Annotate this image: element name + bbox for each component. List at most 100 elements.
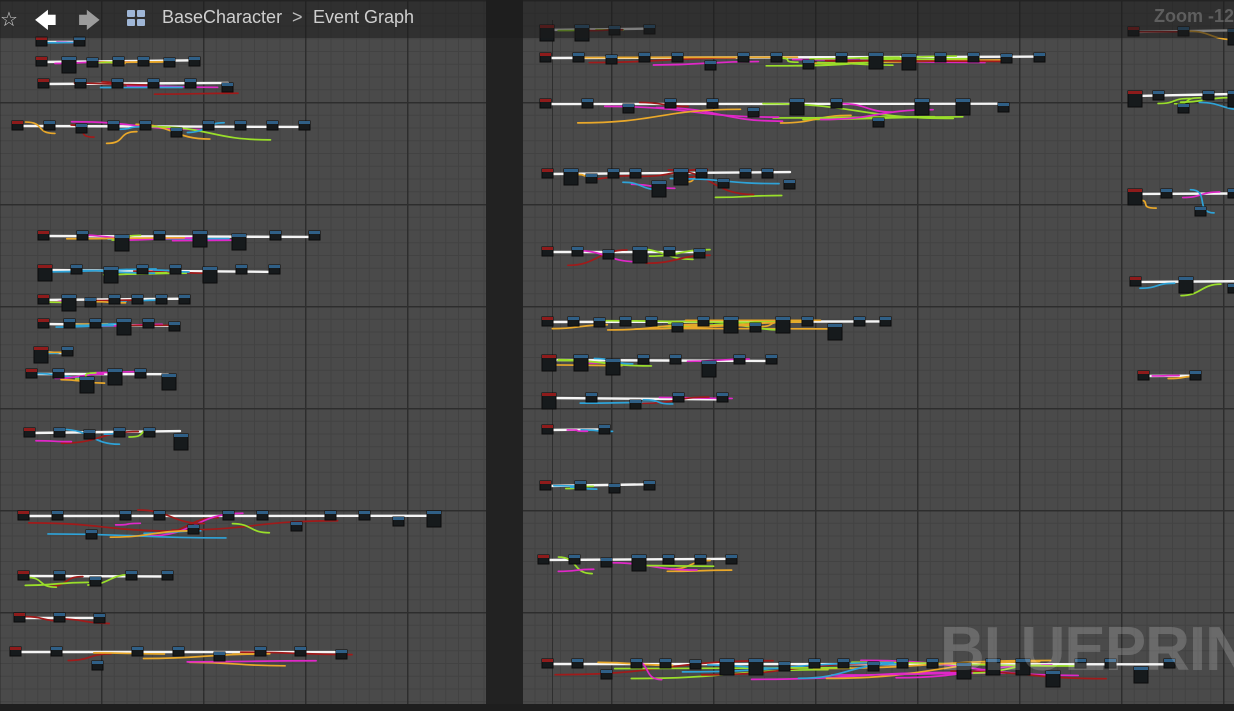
node-network[interactable] [0, 0, 1234, 704]
node-header [665, 99, 676, 102]
node-header [828, 324, 842, 327]
node-header [1195, 207, 1206, 210]
node-header [115, 235, 129, 238]
node-header [54, 613, 65, 616]
arrow-right-icon[interactable]: 🡆 [78, 4, 101, 42]
node-header [690, 660, 701, 663]
data-wire [1139, 282, 1176, 290]
node-header [631, 659, 642, 662]
node-header [652, 181, 666, 184]
node-header [540, 99, 551, 102]
node-header [132, 647, 143, 650]
node-header [90, 577, 101, 580]
star-outline-icon[interactable]: ☆ [0, 7, 18, 32]
node-header [156, 295, 167, 298]
node-header [90, 319, 101, 322]
node-header [113, 57, 124, 60]
node-header [720, 659, 734, 662]
node-header [538, 555, 549, 558]
node-header [84, 430, 95, 433]
arrow-left-icon[interactable]: 🡄 [34, 4, 57, 42]
status-strip [0, 704, 1234, 711]
node-header [10, 647, 21, 650]
blueprint-graph-canvas[interactable]: BLUEPRINT ☆ 🡄 🡆 BaseCharacter > Event Gr… [0, 0, 1234, 704]
node-header [633, 247, 647, 250]
node-header [542, 393, 556, 396]
node-header [255, 647, 266, 650]
breadcrumb-blueprint[interactable]: BaseCharacter [162, 7, 282, 28]
breadcrumb-graph[interactable]: Event Graph [313, 7, 414, 28]
node-header [670, 355, 681, 358]
node-header [702, 361, 716, 364]
blueprint-watermark: BLUEPRINT [940, 615, 1234, 684]
graph-toolbar: ☆ 🡄 🡆 BaseCharacter > Event Graph Zoom -… [0, 0, 1234, 38]
node-header [44, 121, 55, 124]
node-header [601, 670, 612, 673]
node-header [270, 231, 281, 234]
node-header [766, 355, 777, 358]
node-header [718, 179, 729, 182]
node-header [54, 571, 65, 574]
node-header [18, 511, 29, 514]
node-header [644, 481, 655, 484]
node-header [694, 249, 705, 252]
node-header [868, 662, 879, 665]
node-header [1190, 371, 1201, 374]
node-header [809, 659, 820, 662]
node-header [784, 180, 795, 183]
node-header [173, 647, 184, 650]
node-header [38, 265, 52, 268]
data-wire [27, 522, 179, 532]
node-header [705, 61, 716, 64]
zoom-level: Zoom -12 [1154, 6, 1234, 26]
node-header [1128, 189, 1142, 192]
node-header [573, 53, 584, 56]
node-header [582, 99, 593, 102]
node-header [869, 53, 883, 56]
node-header [748, 108, 759, 111]
exec-wire [1132, 192, 1234, 196]
node-header [575, 481, 586, 484]
node-header [38, 79, 49, 82]
node-header [135, 369, 146, 372]
node-header [1203, 91, 1214, 94]
node-header [393, 517, 404, 520]
node-header [606, 55, 617, 58]
node-header [257, 511, 268, 514]
node-header [672, 323, 683, 326]
node-header [568, 317, 579, 320]
node-header [542, 247, 553, 250]
node-header [927, 659, 938, 662]
node-header [603, 250, 614, 253]
node-header [734, 355, 745, 358]
node-header [673, 393, 684, 396]
node-header [54, 428, 65, 431]
node-header [62, 347, 73, 350]
node-header [154, 511, 165, 514]
node-header [873, 118, 884, 121]
node-header [854, 317, 865, 320]
node-header [968, 53, 979, 56]
node-header [189, 57, 200, 60]
data-wire [67, 652, 112, 662]
node-header [779, 662, 790, 665]
node-header [998, 103, 1009, 106]
node-header [663, 555, 674, 558]
node-header [94, 614, 105, 617]
node-header [630, 169, 641, 172]
node-header [140, 121, 151, 124]
node-header [696, 169, 707, 172]
node-header [902, 54, 916, 57]
node-header [738, 53, 749, 56]
node-header [836, 53, 847, 56]
node-header [325, 511, 336, 514]
breadcrumb-separator: > [292, 7, 303, 27]
node-header [646, 317, 657, 320]
node-header [1228, 189, 1234, 192]
node-header [185, 79, 196, 82]
node-header [620, 317, 631, 320]
node-header [542, 425, 553, 428]
node-header [771, 53, 782, 56]
node-header [564, 169, 578, 172]
node-header [831, 99, 842, 102]
